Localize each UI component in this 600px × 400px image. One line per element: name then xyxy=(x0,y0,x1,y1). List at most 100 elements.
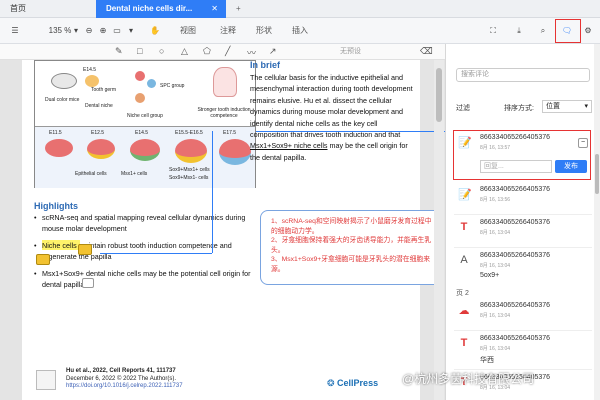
triangle-icon[interactable]: △ xyxy=(181,46,188,57)
menu-shapes[interactable]: 形状 xyxy=(256,25,272,36)
stage-1-shape xyxy=(45,139,73,157)
doi-link[interactable]: https://doi.org/10.1016/j.celrep.2022.11… xyxy=(66,383,183,391)
fit-page-icon[interactable]: ▭ xyxy=(112,24,122,38)
stage-2-shape xyxy=(87,139,115,159)
search-icon[interactable]: ⌕ xyxy=(537,24,549,38)
arrow-icon[interactable]: ↗ xyxy=(269,46,277,57)
comment-author: 866334065266405376 xyxy=(480,335,551,342)
legend-sox9: Sox9+Msx1+ cells xyxy=(169,167,210,173)
divider xyxy=(454,214,592,215)
stage-3-shape xyxy=(130,139,160,161)
legend-msx1: Msx1+ cells xyxy=(121,171,148,177)
comment-time: 8月 16, 13:04 xyxy=(480,313,511,319)
comment-item[interactable]: T 866334065266405376 8月 16, 13:04 华西 xyxy=(454,335,592,369)
chevron-down-icon[interactable]: ▾ xyxy=(72,24,80,38)
comment-author: 866334065266405376 xyxy=(480,219,551,226)
comment-body: 华西 xyxy=(480,357,494,364)
line-icon[interactable]: ╱ xyxy=(225,46,230,57)
cell-cluster-3 xyxy=(135,93,145,103)
highlight-text: Msx1+Sox9+ dental niche cells may be the… xyxy=(42,269,251,289)
comment-item[interactable]: A 866334065266405376 8月 16, 13:04 5ox9+ xyxy=(454,252,592,286)
graphic-label-dental-niche: Dental niche xyxy=(85,103,113,109)
chevron-down-icon: ▾ xyxy=(584,103,588,110)
mouse-figure xyxy=(51,73,77,89)
graphic-label-e15: E15.5-E16.5 xyxy=(175,130,203,136)
zoom-in-icon[interactable]: ⊕ xyxy=(98,24,108,38)
tab-document-label: Dental niche cells dir... xyxy=(106,4,193,13)
highlight-item: Msx1+Sox9+ dental niche cells may be the… xyxy=(34,268,262,290)
graphic-label-stronger: Stronger tooth induction competence xyxy=(197,107,251,119)
cc-license-icon xyxy=(36,370,56,390)
sticky-note-icon[interactable] xyxy=(36,254,50,265)
comment-author: 866334065266405376 xyxy=(480,252,551,259)
comment-search-input[interactable]: 搜索评论 xyxy=(456,68,590,82)
comment-item[interactable]: T 866334065266405376 8月 16, 13:04 xyxy=(454,219,592,247)
menu-view[interactable]: 视图 xyxy=(180,25,196,36)
graphic-label-spc: SPC group xyxy=(160,83,185,89)
graphic-label-e12: E12.5 xyxy=(91,130,105,136)
menu-annotate[interactable]: 注释 xyxy=(220,25,236,36)
in-brief-body-1: The cellular basis for the inductive epi… xyxy=(250,73,413,140)
panel-scrollbar-thumb[interactable] xyxy=(595,154,599,194)
polygon-icon[interactable]: ⬠ xyxy=(203,46,211,57)
filter-button[interactable]: 过滤 xyxy=(456,103,470,113)
tab-document[interactable]: Dental niche cells dir... ✕ xyxy=(96,0,226,18)
graphic-label-e145: E14.5 xyxy=(83,67,97,73)
close-tab-icon[interactable]: ✕ xyxy=(211,0,218,18)
main-toolbar: ☰ 135 % ▾ ⊖ ⊕ ▭ ▾ ✋ 视图 注释 形状 插入 ⛶ ⤓ ⌕ 🗨 … xyxy=(0,18,600,44)
download-icon[interactable]: ⤓ xyxy=(513,24,525,38)
fullscreen-icon[interactable]: ⛶ xyxy=(487,24,499,38)
rectangle-icon[interactable]: □ xyxy=(137,46,142,56)
panel-scrollbar[interactable] xyxy=(594,44,600,400)
graphic-label-e11: E11.5 xyxy=(49,130,62,136)
zoom-out-icon[interactable]: ⊖ xyxy=(84,24,94,38)
scrollbar-thumb[interactable] xyxy=(436,68,442,122)
citation-block: Hu et al., 2022, Cell Reports 41, 111737… xyxy=(66,368,183,391)
stage-4-shape xyxy=(175,139,207,163)
pdf-page: Dual color mice E14.5 Tooth germ Dental … xyxy=(22,60,444,400)
comment-body: 5ox9+ xyxy=(480,272,500,279)
cell-cluster-1 xyxy=(135,71,145,81)
eraser-icon[interactable]: ⌫ xyxy=(420,46,433,57)
in-brief-text: The cellular basis for the inductive epi… xyxy=(250,72,415,163)
comment-time: 8月 16, 13:56 xyxy=(480,197,511,203)
comment-author: 866334065266405376 xyxy=(480,186,551,193)
comment-time: 8月 16, 13:04 xyxy=(480,263,511,269)
zoom-value[interactable]: 135 % xyxy=(48,24,72,38)
new-tab-button[interactable]: + xyxy=(232,0,248,18)
more-icon[interactable]: ▾ xyxy=(126,24,136,38)
pen-icon[interactable]: ✎ xyxy=(115,46,123,57)
page-group-label: 页 2 xyxy=(456,290,469,297)
annotation-balloon[interactable]: 1、scRNA-seq和空间映射揭示了小鼠磨牙发育过程中的细胞动力学。 2、牙龛… xyxy=(260,210,444,285)
tab-bar: 首页 Dental niche cells dir... ✕ + xyxy=(0,0,600,18)
sidebar-toggle-icon[interactable]: ☰ xyxy=(8,24,22,38)
gear-icon[interactable]: ⚙ xyxy=(582,24,594,38)
cloud-icon: ☁ xyxy=(458,305,470,317)
highlight-item: Niche cells maintain robust tooth induct… xyxy=(34,240,262,262)
preset-selector[interactable]: 无预设 xyxy=(340,46,361,56)
ellipse-icon[interactable]: ○ xyxy=(159,46,164,56)
in-brief-heading: In brief xyxy=(250,60,281,70)
tab-home[interactable]: 首页 xyxy=(0,0,96,18)
highlight-item: scRNA-seq and spatial mapping reveal cel… xyxy=(34,212,262,234)
text-annotation-icon: T xyxy=(460,337,468,349)
polyline-icon[interactable]: 〰 xyxy=(247,46,256,59)
menu-insert[interactable]: 插入 xyxy=(292,25,308,36)
graphic-top-panel: Dual color mice E14.5 Tooth germ Dental … xyxy=(35,61,255,126)
hand-tool-icon[interactable]: ✋ xyxy=(150,24,160,38)
cellpress-text: CellPress xyxy=(337,378,379,388)
sort-select[interactable]: 位置 ▾ xyxy=(542,100,592,113)
stage-5-shape xyxy=(219,139,251,165)
comment-item[interactable]: 📝 866334065266405376 8月 16, 13:56 xyxy=(454,186,592,214)
comment-marker-icon[interactable] xyxy=(82,278,94,288)
sort-label: 排序方式: xyxy=(504,105,534,112)
note-icon: 📝 xyxy=(458,189,472,201)
balloon-line-3: 3、Msx1+Sox9+牙龛细胞可能是牙乳头的潜在细胞来源。 xyxy=(271,256,430,273)
sort-value: 位置 xyxy=(546,103,560,110)
tooth-germ-shape xyxy=(85,75,99,87)
document-scrollbar[interactable] xyxy=(434,60,444,400)
comment-item[interactable]: ☁ 866334065266405376 8月 16, 13:04 xyxy=(454,302,592,330)
connector-line xyxy=(256,131,446,132)
sticky-note-icon[interactable] xyxy=(78,244,92,255)
graphic-label-e17: E17.5 xyxy=(223,130,237,136)
